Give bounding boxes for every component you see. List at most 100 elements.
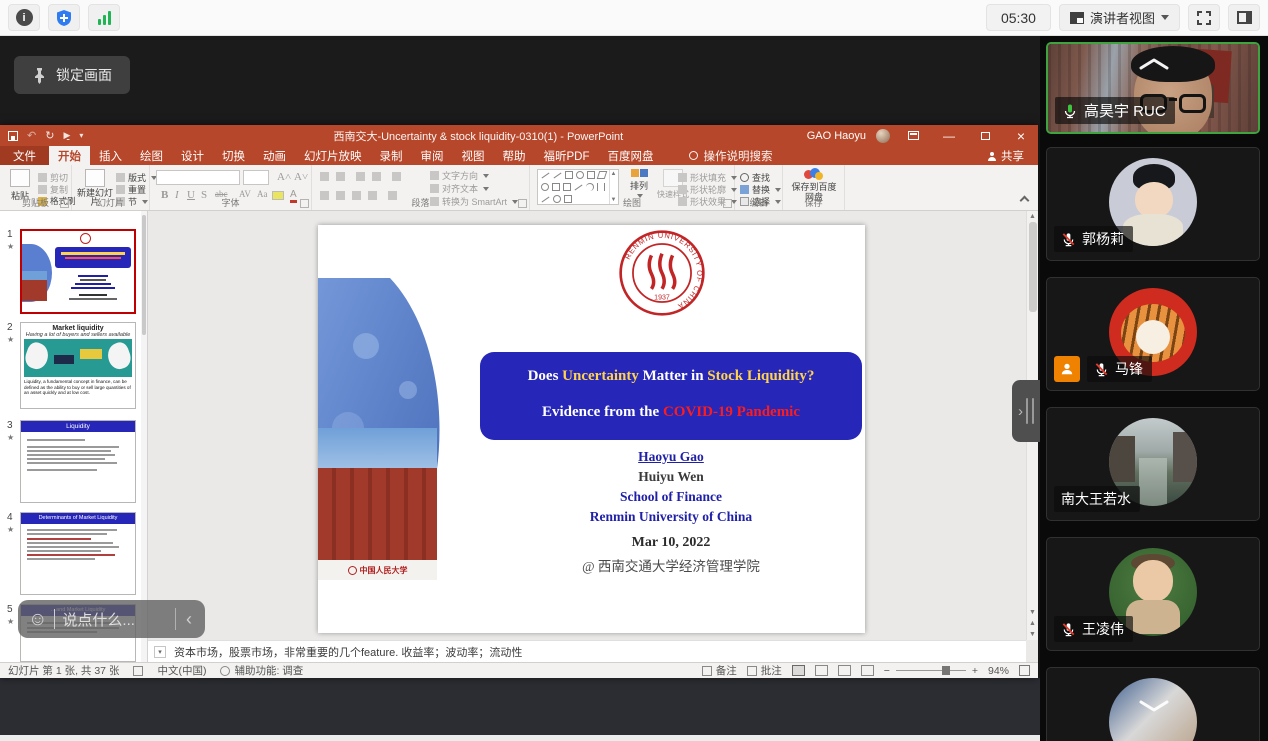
- slideshow-view-button[interactable]: [861, 665, 874, 676]
- scroll-down-icon[interactable]: ▼: [1029, 609, 1036, 616]
- tab-view[interactable]: 视图: [453, 146, 494, 165]
- zoom-out-icon[interactable]: −: [884, 665, 890, 677]
- collapse-ribbon-icon[interactable]: [1020, 196, 1030, 206]
- bullets-icon[interactable]: [320, 172, 329, 181]
- slide-1[interactable]: RENMIN UNIVERSITY OF CHINA 1937: [318, 225, 865, 633]
- tell-me-search[interactable]: 操作说明搜索: [689, 146, 773, 165]
- drawing-dialog-launcher[interactable]: [723, 199, 732, 208]
- undo-icon[interactable]: ↶: [27, 129, 36, 142]
- thumb-image[interactable]: Determinants of Market Liquidity: [20, 512, 136, 595]
- slide-canvas[interactable]: RENMIN UNIVERSITY OF CHINA 1937: [148, 211, 1026, 640]
- restore-button[interactable]: [972, 125, 998, 146]
- line-spacing-icon[interactable]: [392, 172, 401, 181]
- network-signal-button[interactable]: [88, 4, 120, 31]
- title-banner[interactable]: Does Uncertainty Matter in Stock Liquidi…: [480, 352, 862, 440]
- participant-tile-wangruoshui[interactable]: 南大王若水: [1046, 407, 1260, 521]
- clipboard-dialog-launcher[interactable]: [60, 199, 69, 208]
- thumbnail-slide-3[interactable]: 3 ★ Liquidity: [0, 420, 142, 506]
- zoom-knob[interactable]: [942, 666, 950, 675]
- tab-home[interactable]: 开始: [49, 146, 90, 165]
- notes-toggle-button[interactable]: 备注: [702, 663, 737, 678]
- decrease-indent-icon[interactable]: [356, 172, 365, 181]
- thumb-image[interactable]: Market liquidity Having a lot of buyers …: [20, 322, 136, 409]
- pin-view-label: 锁定画面: [56, 65, 112, 85]
- meeting-info-button[interactable]: i: [8, 4, 40, 31]
- arrange-button[interactable]: 排列: [624, 169, 654, 198]
- reading-view-button[interactable]: [838, 665, 851, 676]
- zoom-percentage[interactable]: 94%: [988, 665, 1009, 677]
- zoom-in-icon[interactable]: +: [972, 665, 978, 677]
- ribbon-display-options-button[interactable]: [900, 125, 926, 146]
- scroll-up-icon[interactable]: ▲: [1029, 213, 1036, 220]
- zoom-track[interactable]: [896, 670, 966, 671]
- account-avatar[interactable]: [876, 129, 890, 143]
- thumbnail-scrollbar[interactable]: [141, 211, 147, 662]
- participant-tile-mafeng[interactable]: 马锋: [1046, 277, 1260, 391]
- authors-block[interactable]: Haoyu Gao Huiyu Wen School of Finance Re…: [480, 447, 862, 527]
- text-direction-button[interactable]: 文字方向: [430, 169, 489, 182]
- minimize-button[interactable]: —: [936, 125, 962, 146]
- fullscreen-button[interactable]: [1188, 4, 1220, 31]
- fit-to-window-icon[interactable]: [1019, 665, 1030, 676]
- previous-slide-button[interactable]: ▲: [1029, 620, 1036, 627]
- tab-design[interactable]: 设计: [172, 146, 213, 165]
- pin-view-button[interactable]: 锁定画面: [14, 56, 130, 94]
- tab-file[interactable]: 文件: [0, 146, 49, 165]
- tab-insert[interactable]: 插入: [90, 146, 131, 165]
- tab-help[interactable]: 帮助: [494, 146, 535, 165]
- scroll-down-chevron-icon[interactable]: [1136, 698, 1172, 714]
- slide-sorter-view-button[interactable]: [815, 665, 828, 676]
- customize-qat-icon[interactable]: ▾: [79, 131, 83, 140]
- save-icon[interactable]: [8, 131, 18, 141]
- shrink-font-button[interactable]: A˅: [291, 171, 311, 183]
- notes-text[interactable]: 资本市场，股票市场，非常重要的几个feature. 收益率；波动率；流动性: [174, 644, 522, 660]
- account-name[interactable]: GAO Haoyu: [807, 130, 866, 142]
- sidebar-collapse-handle[interactable]: ›: [1012, 380, 1040, 442]
- redo-icon[interactable]: ↻: [45, 129, 54, 142]
- increase-indent-icon[interactable]: [372, 172, 381, 181]
- comments-toggle-button[interactable]: 批注: [747, 663, 782, 678]
- view-mode-selector[interactable]: 演讲者视图: [1059, 4, 1180, 31]
- tab-record[interactable]: 录制: [371, 146, 412, 165]
- health-check-button[interactable]: [48, 4, 80, 31]
- chat-input[interactable]: ☺ 说点什么... ‹: [18, 600, 205, 638]
- tab-foxit-pdf[interactable]: 福昕PDF: [535, 146, 599, 165]
- font-size-box[interactable]: [243, 170, 269, 185]
- scrollbar-thumb[interactable]: [1029, 222, 1037, 312]
- thumb-banner: [55, 247, 131, 268]
- scroll-up-chevron-icon[interactable]: [1136, 56, 1172, 72]
- thumb-image[interactable]: Liquidity: [20, 420, 136, 503]
- tab-transitions[interactable]: 切换: [213, 146, 254, 165]
- zoom-slider[interactable]: − +: [884, 665, 978, 677]
- next-slide-button[interactable]: ▼: [1029, 631, 1036, 638]
- shield-plus-icon: [56, 9, 72, 27]
- tab-slideshow[interactable]: 幻灯片放映: [295, 146, 371, 165]
- thumbnail-slide-1[interactable]: 1 ★: [0, 229, 142, 319]
- close-button[interactable]: ×: [1008, 125, 1034, 146]
- share-button[interactable]: 共享: [974, 146, 1038, 165]
- spellcheck-icon[interactable]: [133, 666, 143, 676]
- numbering-icon[interactable]: [336, 172, 345, 181]
- emoji-icon[interactable]: ☺: [28, 610, 47, 629]
- thumb-image[interactable]: [20, 229, 136, 314]
- paragraph-dialog-launcher[interactable]: [518, 199, 527, 208]
- notes-pane[interactable]: ▾ 资本市场，股票市场，非常重要的几个feature. 收益率；波动率；流动性: [148, 640, 1026, 662]
- language-indicator[interactable]: 中文(中国): [157, 663, 206, 678]
- accessibility-status[interactable]: 辅助功能: 调查: [220, 663, 303, 678]
- tab-review[interactable]: 审阅: [412, 146, 453, 165]
- participant-tile-guoyangli[interactable]: 郭杨莉: [1046, 147, 1260, 261]
- tab-baidu-netdisk[interactable]: 百度网盘: [599, 146, 663, 165]
- font-name-box[interactable]: [156, 170, 240, 185]
- align-text-button[interactable]: 对齐文本: [430, 182, 489, 195]
- normal-view-button[interactable]: [792, 665, 805, 676]
- tab-animations[interactable]: 动画: [254, 146, 295, 165]
- thumbnail-slide-4[interactable]: 4 ★ Determinants of Market Liquidity: [0, 512, 142, 598]
- participant-tile-wanglingwei[interactable]: 王凌伟: [1046, 537, 1260, 651]
- notes-collapse-icon[interactable]: ▾: [154, 646, 166, 658]
- font-dialog-launcher[interactable]: [300, 199, 309, 208]
- start-slideshow-icon[interactable]: ▶̱: [63, 130, 70, 141]
- side-panel-toggle-button[interactable]: [1228, 4, 1260, 31]
- thumbnail-slide-2[interactable]: 2 ★ Market liquidity Having a lot of buy…: [0, 322, 142, 414]
- collapse-chat-icon[interactable]: ‹: [183, 609, 195, 630]
- tab-draw[interactable]: 绘图: [131, 146, 172, 165]
